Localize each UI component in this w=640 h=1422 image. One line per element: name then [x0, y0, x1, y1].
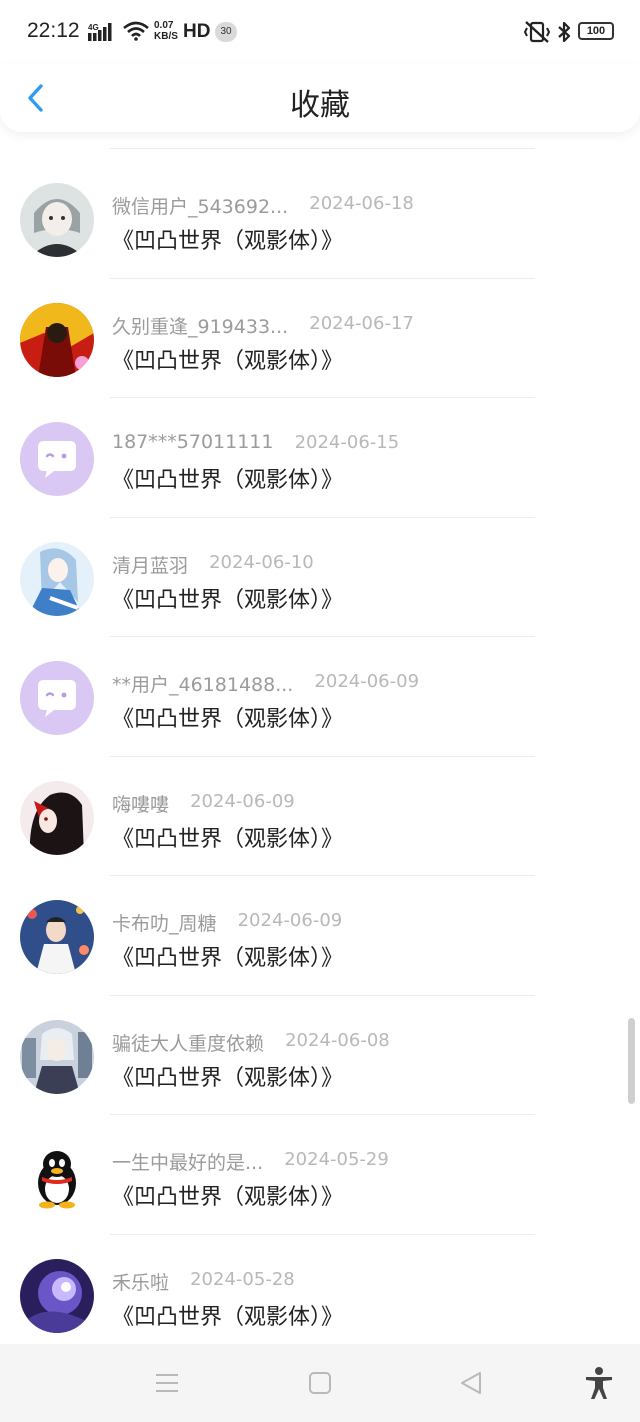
- list-item[interactable]: 骗徒大人重度依赖 2024-06-08 《凹凸世界（观影体）》: [0, 996, 640, 1115]
- bluetooth-icon: [558, 21, 571, 43]
- list-item[interactable]: 清月蓝羽 2024-06-10 《凹凸世界（观影体）》: [0, 518, 640, 637]
- status-time: 22:12: [27, 19, 80, 42]
- default-avatar-icon: [20, 661, 94, 735]
- divider: [110, 148, 535, 149]
- avatar[interactable]: [20, 780, 94, 855]
- menu-icon[interactable]: [154, 1370, 180, 1396]
- work-title[interactable]: 《凹凸世界（观影体）》: [112, 1299, 343, 1331]
- wifi-icon: [123, 21, 149, 41]
- default-avatar-icon: [20, 422, 94, 496]
- item-meta: 一生中最好的是... 2024-05-29: [112, 1148, 532, 1174]
- list-item[interactable]: 嗨嘍嘍 2024-06-09 《凹凸世界（观影体）》: [0, 757, 640, 876]
- favorite-date: 2024-06-09: [190, 790, 295, 812]
- work-title[interactable]: 《凹凸世界（观影体）》: [112, 821, 343, 853]
- item-meta: 禾乐啦 2024-05-28: [112, 1268, 532, 1294]
- accessibility-icon[interactable]: [584, 1366, 614, 1400]
- battery-indicator: 100: [578, 22, 614, 40]
- notification-badge: 30: [215, 22, 237, 42]
- list-item[interactable]: **用户_46181488... 2024-06-09 《凹凸世界（观影体）》: [0, 637, 640, 757]
- status-bar: 22:12 4G 0.07 KB/S HD 30 100: [0, 0, 640, 64]
- user-name: **用户_46181488...: [112, 674, 294, 696]
- qq-penguin-icon: [20, 1139, 94, 1213]
- favorite-date: 2024-06-09: [237, 910, 343, 931]
- user-name: 微信用户_543692...: [112, 196, 289, 218]
- network-type-label: 4G: [88, 23, 99, 32]
- header: 收藏: [0, 64, 640, 132]
- avatar[interactable]: [20, 900, 94, 974]
- avatar[interactable]: [20, 1019, 94, 1094]
- list-item[interactable]: 久别重逢_919433... 2024-06-17 《凹凸世界（观影体）》: [0, 279, 640, 398]
- work-title[interactable]: 《凹凸世界（观影体）》: [112, 462, 343, 494]
- network-speed: 0.07 KB/S: [154, 20, 178, 42]
- user-name: 骗徒大人重度依赖: [112, 1032, 265, 1055]
- item-meta: 清月蓝羽 2024-06-10: [112, 551, 532, 577]
- avatar[interactable]: [20, 1139, 94, 1213]
- favorite-date: 2024-06-18: [309, 193, 414, 214]
- item-meta: 久别重逢_919433... 2024-06-17: [112, 312, 532, 338]
- user-name: 禾乐啦: [112, 1271, 170, 1294]
- favorites-list: 微信用户_543692... 2024-06-18 《凹凸世界（观影体）》 久别…: [0, 132, 640, 1344]
- work-title[interactable]: 《凹凸世界（观影体）》: [112, 701, 343, 733]
- home-square-icon[interactable]: [307, 1370, 333, 1396]
- favorite-date: 2024-06-17: [309, 312, 414, 334]
- favorite-date: 2024-06-15: [294, 432, 400, 453]
- avatar[interactable]: [20, 302, 94, 377]
- work-title[interactable]: 《凹凸世界（观影体）》: [112, 1060, 343, 1092]
- scrollbar[interactable]: [628, 1018, 635, 1104]
- item-meta: 187***57011111 2024-06-15: [112, 431, 532, 457]
- work-title[interactable]: 《凹凸世界（观影体）》: [112, 940, 343, 972]
- speed-unit: KB/S: [154, 31, 178, 42]
- vibrate-mute-icon: [523, 21, 551, 43]
- favorite-date: 2024-06-08: [285, 1029, 390, 1051]
- speed-value: 0.07: [154, 20, 174, 31]
- favorite-date: 2024-05-29: [284, 1149, 389, 1170]
- avatar[interactable]: [20, 183, 94, 257]
- user-name: 187***57011111: [112, 431, 274, 453]
- list-item[interactable]: 卡布叻_周糖 2024-06-09 《凹凸世界（观影体）》: [0, 876, 640, 996]
- back-triangle-icon[interactable]: [458, 1370, 484, 1396]
- favorite-date: 2024-05-28: [190, 1268, 295, 1290]
- user-name: 嗨嘍嘍: [112, 793, 170, 816]
- list-item[interactable]: 微信用户_543692... 2024-06-18 《凹凸世界（观影体）》: [0, 159, 640, 279]
- avatar[interactable]: [20, 541, 94, 616]
- item-meta: **用户_46181488... 2024-06-09: [112, 670, 532, 696]
- favorite-date: 2024-06-10: [209, 551, 314, 573]
- user-name: 一生中最好的是...: [112, 1152, 264, 1174]
- list-item[interactable]: 禾乐啦 2024-05-28 《凹凸世界（观影体）》: [0, 1235, 640, 1345]
- list-item[interactable]: 187***57011111 2024-06-15 《凹凸世界（观影体）》: [0, 398, 640, 518]
- cellular-signal-icon: 4G: [88, 23, 112, 41]
- hd-indicator: HD: [183, 21, 211, 42]
- item-meta: 嗨嘍嘍 2024-06-09: [112, 790, 532, 816]
- avatar[interactable]: [20, 422, 94, 496]
- favorite-date: 2024-06-09: [314, 671, 420, 692]
- system-nav-bar: [0, 1344, 640, 1422]
- list-item[interactable]: 一生中最好的是... 2024-05-29 《凹凸世界（观影体）》: [0, 1115, 640, 1235]
- work-title[interactable]: 《凹凸世界（观影体）》: [112, 1179, 343, 1211]
- item-meta: 骗徒大人重度依赖 2024-06-08: [112, 1029, 532, 1055]
- item-meta: 微信用户_543692... 2024-06-18: [112, 192, 532, 218]
- avatar[interactable]: [20, 1258, 94, 1333]
- item-meta: 卡布叻_周糖 2024-06-09: [112, 909, 532, 935]
- avatar[interactable]: [20, 661, 94, 735]
- user-name: 卡布叻_周糖: [112, 913, 217, 935]
- work-title[interactable]: 《凹凸世界（观影体）》: [112, 582, 343, 614]
- user-name: 久别重逢_919433...: [112, 315, 289, 338]
- work-title[interactable]: 《凹凸世界（观影体）》: [112, 223, 343, 255]
- page-title: 收藏: [290, 88, 350, 123]
- user-name: 清月蓝羽: [112, 554, 189, 577]
- work-title[interactable]: 《凹凸世界（观影体）》: [112, 343, 343, 375]
- favorites-screen: 22:12 4G 0.07 KB/S HD 30 100 收藏 微信用户_543…: [0, 0, 640, 1422]
